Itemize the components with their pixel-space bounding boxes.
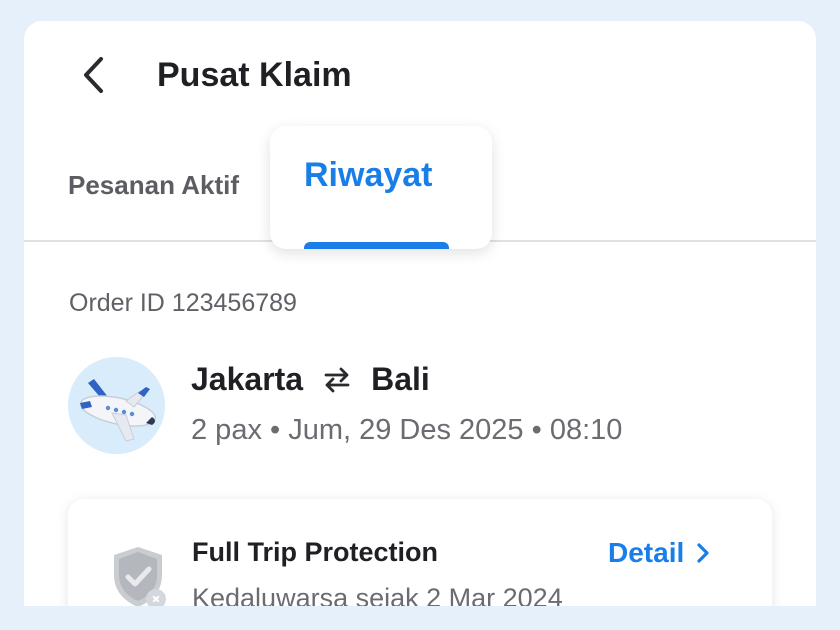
tab-riwayat-label: Riwayat <box>304 156 433 194</box>
route: Jakarta Bali <box>191 361 430 398</box>
flight-avatar <box>68 357 165 454</box>
chevron-left-icon <box>84 57 103 93</box>
back-button[interactable] <box>74 55 114 95</box>
card-expiry: Kedaluwarsa sejak 2 Mar 2024 <box>192 583 563 606</box>
tab-pesanan-aktif[interactable]: Pesanan Aktif <box>68 170 239 201</box>
app-header: Pusat Klaim <box>24 21 816 129</box>
detail-link[interactable]: Detail <box>608 537 710 569</box>
page-title: Pusat Klaim <box>157 56 352 94</box>
detail-label: Detail <box>608 537 685 568</box>
app-screen: Pusat Klaim Pesanan Aktif Riwayat Order … <box>24 21 816 606</box>
active-tab-indicator <box>304 242 449 249</box>
order-id: Order ID 123456789 <box>69 289 297 317</box>
tab-bar: Pesanan Aktif Riwayat <box>24 126 816 249</box>
origin-city: Jakarta <box>191 361 304 397</box>
tab-riwayat[interactable]: Riwayat <box>270 126 492 249</box>
destination-city: Bali <box>371 361 430 397</box>
card-title: Full Trip Protection <box>192 537 439 567</box>
chevron-right-icon <box>696 542 710 564</box>
protection-card[interactable]: Full Trip Protection Kedaluwarsa sejak 2… <box>68 499 772 606</box>
airplane-icon <box>68 357 165 454</box>
shield-check-icon <box>114 547 166 606</box>
trip-info: 2 pax • Jum, 29 Des 2025 • 08:10 <box>191 414 623 446</box>
swap-arrows-icon <box>323 367 351 393</box>
